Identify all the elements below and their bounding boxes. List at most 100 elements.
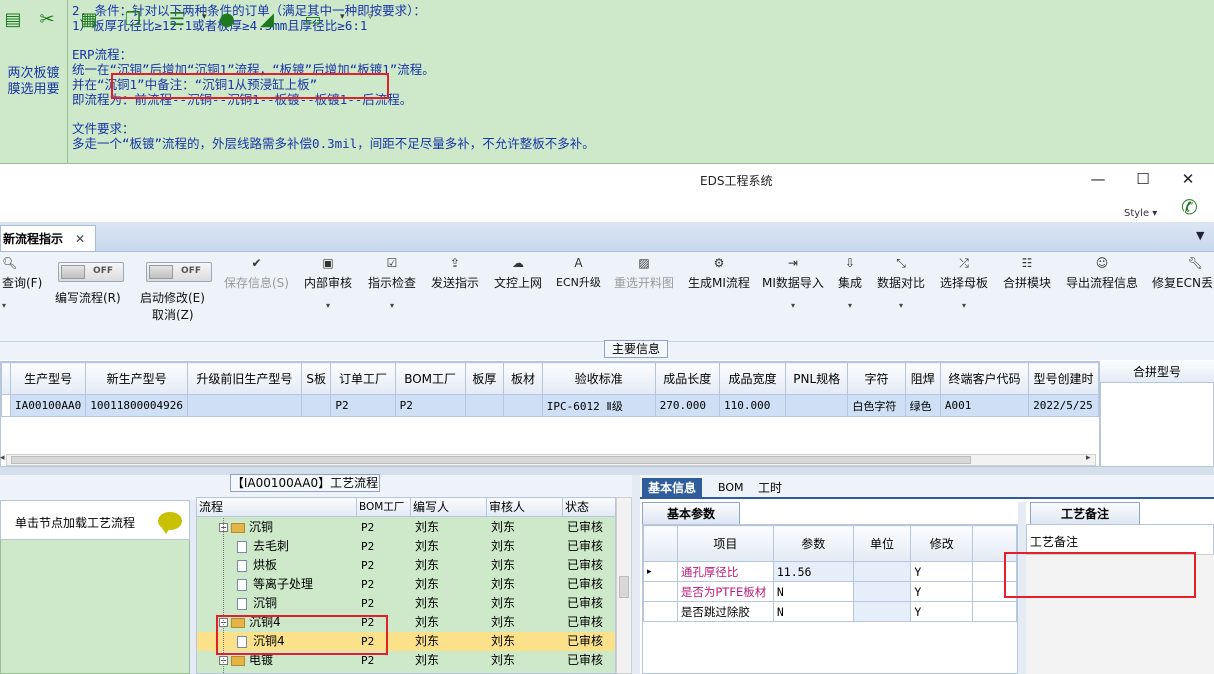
column-header[interactable]: 订单工厂: [330, 362, 396, 395]
tab-new-flow-instruction[interactable]: 新流程指示 ✕: [0, 225, 96, 251]
table-cell[interactable]: A001: [939, 394, 1030, 417]
integrate-dropdown[interactable]: ▾: [838, 301, 862, 310]
tab-basic-params[interactable]: 基本参数: [642, 502, 740, 524]
tree-node[interactable]: − 电镀: [219, 651, 273, 670]
table-cell[interactable]: IA00100AA0: [9, 394, 87, 417]
vertical-scrollbar[interactable]: [616, 497, 632, 674]
column-header[interactable]: PNL规格: [784, 362, 849, 395]
tab-basic-info[interactable]: 基本信息: [642, 478, 703, 498]
start-modify-toggle[interactable]: OFF: [146, 262, 212, 282]
save-info-button[interactable]: ✔ 保存信息(S): [224, 256, 289, 291]
table-row[interactable]: IA00100AA0 10011800004926 P2 P2 IPC-6012 Ⅱ级 2…: [1, 394, 1099, 417]
column-header[interactable]: S板: [300, 362, 332, 395]
grid-icon[interactable]: ▤: [0, 8, 26, 30]
internal-review-dropdown[interactable]: ▾: [304, 301, 352, 310]
edit-flow-toggle[interactable]: OFF: [58, 262, 124, 282]
tab-process-note[interactable]: 工艺备注: [1030, 502, 1140, 524]
table-row[interactable]: 是否跳过除胶 N Y: [643, 601, 1017, 622]
tree-node[interactable]: 等离子处理: [237, 575, 313, 594]
check-instruction-dropdown[interactable]: ▾: [368, 301, 416, 310]
table-cell[interactable]: 110.000: [718, 394, 786, 417]
column-header[interactable]: 阻焊: [904, 362, 941, 395]
mi-data-import-button[interactable]: ⇥ MI数据导入 ▾: [762, 256, 824, 310]
scroll-right-icon[interactable]: ▸: [1086, 453, 1091, 463]
doc-upload-button[interactable]: ☁ 文控上网: [494, 256, 542, 291]
table-row[interactable]: ▸ 通孔厚径比 11.56 Y: [643, 561, 1017, 582]
film-icon[interactable]: ▦: [76, 8, 102, 30]
tree-column-header[interactable]: 状态: [563, 498, 615, 517]
regen-cut-button[interactable]: ▨ 重选开料图: [614, 256, 674, 291]
column-header[interactable]: BOM工厂: [394, 362, 466, 395]
column-header[interactable]: 成品长度: [654, 362, 720, 395]
tree-node[interactable]: − 沉铜4: [219, 613, 281, 632]
toolbar-more-arrow[interactable]: ▿: [368, 12, 373, 22]
param-value[interactable]: N: [772, 581, 854, 602]
tree-row[interactable]: 沉铜4 P2 刘东 刘东 已审核: [197, 632, 615, 651]
tree-column-header[interactable]: 审核人: [487, 498, 563, 517]
vertical-splitter-middle[interactable]: [632, 475, 640, 674]
tab-list-dropdown-icon[interactable]: ▼: [1196, 229, 1204, 242]
scissors-icon[interactable]: ✂: [34, 8, 60, 30]
tree-row[interactable]: 等离子处理 P2 刘东 刘东 已审核: [197, 575, 615, 594]
tree-node[interactable]: − 沉铜: [219, 518, 273, 537]
tab-close-icon[interactable]: ✕: [75, 232, 85, 246]
column-header[interactable]: 验收标准: [541, 362, 656, 395]
param-unit[interactable]: [852, 601, 912, 622]
tree-row[interactable]: 沉铜 P2 刘东 刘东 已审核: [197, 594, 615, 613]
tree-column-header[interactable]: 编写人: [411, 498, 487, 517]
table-cell[interactable]: IPC-6012 Ⅱ级: [541, 394, 656, 417]
copy-icon[interactable]: ❐: [120, 8, 146, 30]
scroll-left-icon[interactable]: ◂: [0, 453, 5, 463]
horizontal-splitter[interactable]: [0, 467, 1214, 475]
tree-row[interactable]: 去毛刺 P2 刘东 刘东 已审核: [197, 537, 615, 556]
tree-node[interactable]: 沉铜: [237, 594, 277, 613]
column-header[interactable]: 板厚: [464, 362, 505, 395]
tree-node[interactable]: 烘板: [237, 556, 277, 575]
select-master-dropdown[interactable]: ▾: [940, 301, 988, 310]
column-header[interactable]: 字符: [847, 362, 906, 395]
export-flow-info-button[interactable]: ☺ 导出流程信息: [1066, 256, 1138, 291]
table-cell[interactable]: [186, 394, 302, 417]
tree-node[interactable]: 去毛刺: [237, 537, 289, 556]
column-header[interactable]: 终端客户代码: [939, 362, 1030, 395]
data-compare-dropdown[interactable]: ▾: [877, 301, 925, 310]
monitor-dropdown-arrow[interactable]: ▾: [340, 12, 345, 22]
param-modify[interactable]: Y: [910, 581, 974, 602]
column-header[interactable]: 生产型号: [9, 362, 87, 395]
ecn-upgrade-button[interactable]: A ECN升级: [556, 256, 601, 290]
query-button[interactable]: 🔍︎ 查询(F) ▾: [2, 256, 42, 310]
tree-row[interactable]: − 电镀 P2 刘东 刘东 已审核: [197, 651, 615, 670]
param-value[interactable]: 11.56: [772, 561, 854, 582]
merge-module-button[interactable]: ☷ 合拼模块: [1003, 256, 1051, 291]
tab-work-hours[interactable]: 工时: [752, 478, 788, 498]
vertical-splitter-right[interactable]: [1018, 502, 1026, 674]
select-master-button[interactable]: ⤮ 选择母板 ▾: [940, 256, 988, 310]
cancel-button[interactable]: 取消(Z): [152, 306, 194, 323]
chart-icon[interactable]: ◢: [254, 8, 280, 30]
user-icon[interactable]: ●: [214, 8, 240, 30]
query-dropdown-arrow[interactable]: ▾: [2, 301, 42, 310]
table-cell[interactable]: P2: [330, 394, 396, 417]
style-dropdown[interactable]: Style ▾: [1124, 208, 1157, 219]
data-compare-button[interactable]: ⤡ 数据对比 ▾: [877, 256, 925, 310]
phone-icon[interactable]: ✆: [1181, 195, 1198, 219]
tree-column-header[interactable]: BOM工厂: [357, 498, 411, 517]
table-cell[interactable]: P2: [394, 394, 466, 417]
column-header[interactable]: 型号创建时: [1028, 362, 1099, 395]
gen-mi-flow-button[interactable]: ⚙ 生成MI流程: [688, 256, 750, 291]
tree-column-header[interactable]: 流程: [197, 498, 357, 517]
horizontal-scrollbar[interactable]: [6, 454, 1096, 466]
table-cell[interactable]: 270.000: [654, 394, 720, 417]
send-instruction-button[interactable]: ⇪ 发送指示: [431, 256, 479, 291]
table-cell[interactable]: [503, 394, 543, 417]
minimize-button[interactable]: —: [1088, 170, 1108, 188]
table-row[interactable]: 是否为PTFE板材 N Y: [643, 581, 1017, 602]
monitor-icon[interactable]: ▭: [300, 8, 326, 30]
list-dropdown-arrow[interactable]: ▾: [202, 12, 207, 22]
param-value[interactable]: N: [772, 601, 854, 622]
tab-bom[interactable]: BOM: [712, 478, 750, 498]
table-cell[interactable]: 2022/5/25: [1028, 394, 1099, 417]
maximize-button[interactable]: ☐: [1133, 170, 1153, 188]
column-header[interactable]: 成品宽度: [718, 362, 786, 395]
param-unit[interactable]: [852, 581, 912, 602]
